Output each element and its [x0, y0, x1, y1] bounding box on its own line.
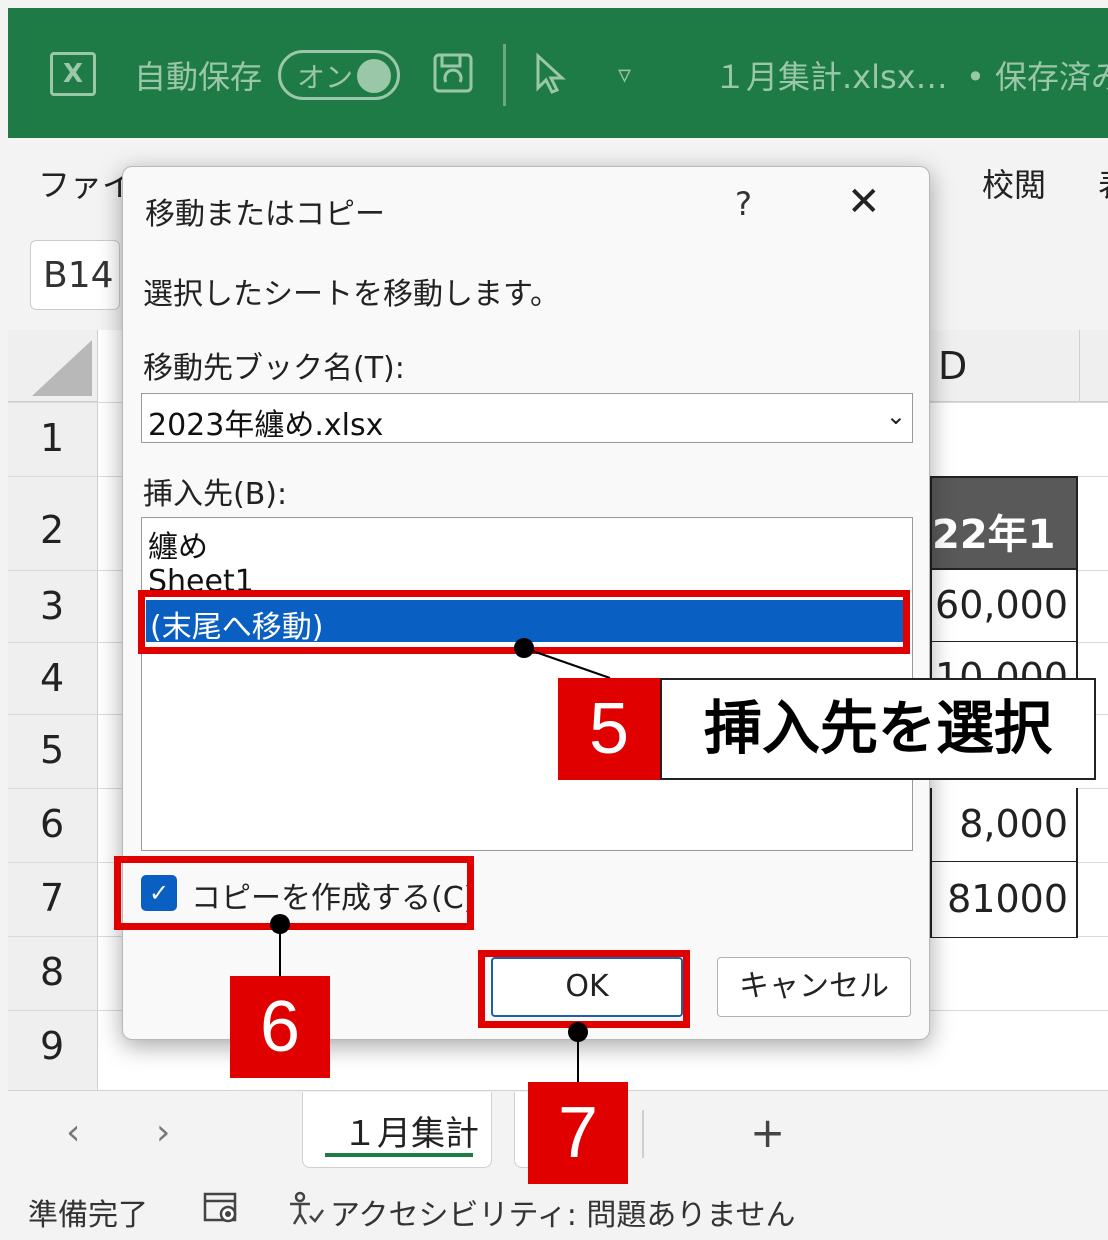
callout-dot [568, 1022, 588, 1042]
callout-dot [270, 914, 290, 934]
step-5-badge: 5 [558, 678, 660, 780]
step-7-badge: 7 [528, 1082, 628, 1184]
step-6-badge: 6 [230, 976, 330, 1078]
callout-dot [514, 638, 534, 658]
step-5-caption: 挿入先を選択 [660, 678, 1096, 780]
callout-leader-lines [279, 647, 611, 1082]
